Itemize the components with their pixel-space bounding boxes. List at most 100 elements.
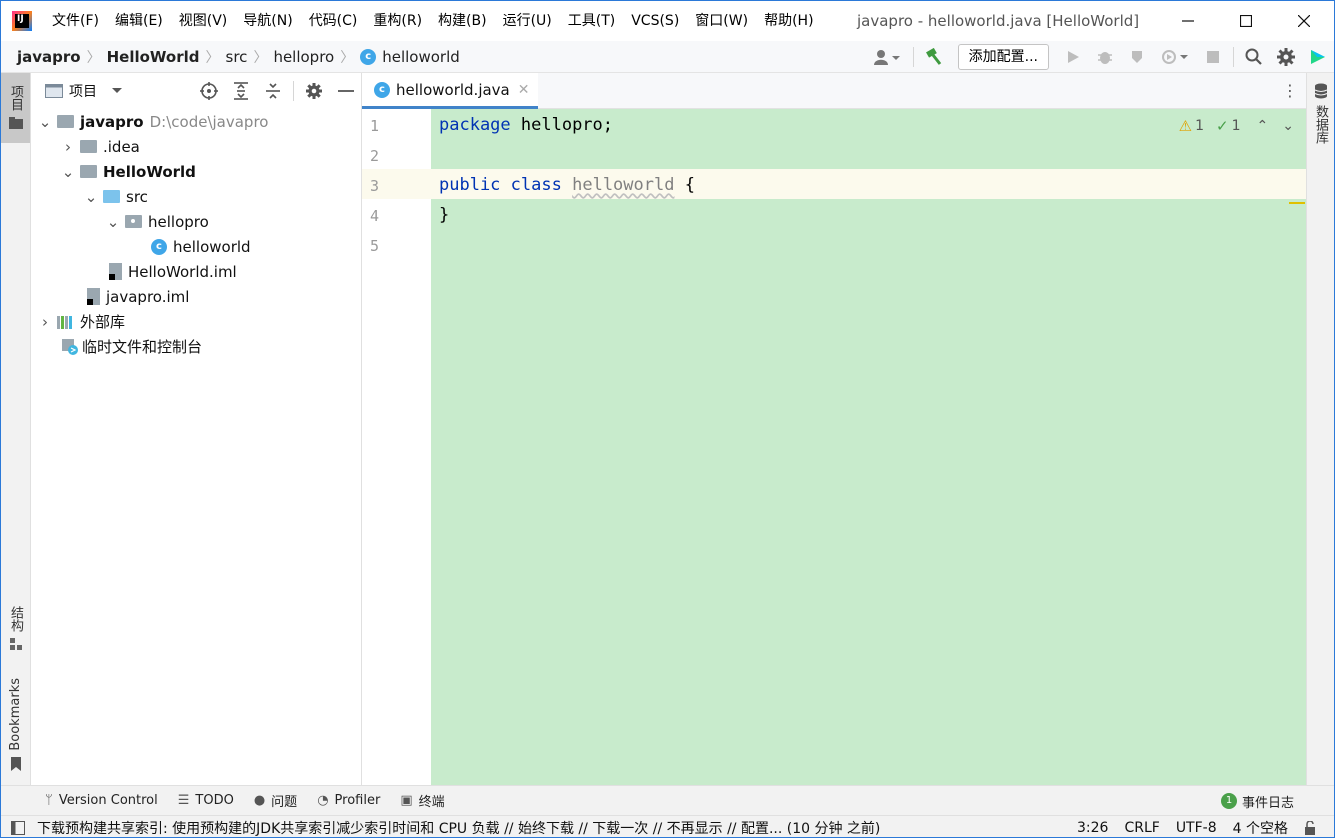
tree-item-path-hint: D:\code\javapro [149, 112, 269, 131]
menu-navigate[interactable]: 导航(N) [235, 1, 300, 41]
hammer-icon [925, 48, 941, 65]
build-button[interactable] [918, 41, 950, 73]
code-line-4: } [439, 205, 450, 225]
chevron-right-icon[interactable]: › [37, 313, 53, 331]
stop-button[interactable] [1197, 41, 1229, 73]
menu-run[interactable]: 运行(U) [495, 1, 560, 41]
tree-item-helloworld-iml[interactable]: HelloWorld.iml [31, 259, 362, 284]
tab-helloworld-java[interactable]: c helloworld.java ✕ [362, 73, 538, 109]
menu-build[interactable]: 构建(B) [430, 1, 495, 41]
ide-window: IJ 文件(F) 编辑(E) 视图(V) 导航(N) 代码(C) 重构(R) 构… [0, 0, 1335, 838]
locate-file-button[interactable] [193, 73, 225, 109]
file-encoding[interactable]: UTF-8 [1176, 820, 1217, 836]
chevron-down-icon[interactable]: ⌄ [1282, 118, 1294, 134]
inspection-widget[interactable]: ⚠ 1 ✓ 1 ⌃ ⌄ [1179, 117, 1294, 135]
keyword-token: public [439, 175, 501, 195]
profile-run-button[interactable] [1153, 41, 1197, 73]
list-icon: ☰ [177, 793, 190, 808]
warning-icon: ⚠ [1178, 117, 1193, 135]
event-log-button[interactable]: 1 事件日志 [1221, 786, 1294, 816]
navigation-bar: javapro 〉 HelloWorld 〉 src 〉 hellopro 〉 … [1, 41, 1334, 73]
code-token: { [674, 175, 695, 195]
tool-todo[interactable]: ☰ TODO [168, 793, 244, 808]
project-view-icon [45, 83, 63, 98]
close-button[interactable] [1275, 1, 1333, 41]
caret-position[interactable]: 3:26 [1077, 820, 1108, 836]
breadcrumb-javapro[interactable]: javapro [17, 48, 81, 66]
tool-terminal[interactable]: ▣ 终端 [390, 791, 454, 810]
tree-item-scratches[interactable]: 临时文件和控制台 [31, 334, 362, 359]
menu-window[interactable]: 窗口(W) [687, 1, 756, 41]
database-tool-tab[interactable]: 数据库 [1307, 83, 1334, 144]
tree-item-javapro-iml[interactable]: javapro.iml [31, 284, 362, 309]
bookmarks-tool-tab[interactable]: Bookmarks [1, 678, 30, 773]
collapse-all-button[interactable] [257, 73, 289, 109]
tool-windows-toggle-icon[interactable] [11, 821, 25, 835]
menu-refactor[interactable]: 重构(R) [365, 1, 430, 41]
menu-tools[interactable]: 工具(T) [560, 1, 623, 41]
breadcrumb-helloworld-module[interactable]: HelloWorld [107, 48, 200, 66]
close-tab-icon[interactable]: ✕ [518, 82, 530, 98]
menu-vcs[interactable]: VCS(S) [623, 1, 687, 41]
chevron-right-icon[interactable]: › [60, 138, 76, 156]
chevron-down-icon[interactable] [111, 87, 123, 95]
tree-item-src[interactable]: ⌄ src [31, 184, 362, 209]
structure-tool-tab[interactable]: 结构 [1, 606, 30, 658]
chevron-down-icon[interactable]: ⌄ [60, 163, 76, 181]
breadcrumb-label: helloworld [382, 47, 460, 66]
expand-all-icon [234, 82, 248, 100]
search-everywhere-button[interactable] [1238, 41, 1270, 73]
panel-options-button[interactable] [298, 73, 330, 109]
tree-item-hellopro[interactable]: ⌄ hellopro [31, 209, 362, 234]
indent-setting[interactable]: 4 个空格 [1233, 818, 1288, 837]
settings-button[interactable] [1270, 41, 1302, 73]
intellij-logo-icon: IJ [12, 11, 32, 31]
tree-item-label: HelloWorld [103, 162, 196, 181]
debug-button[interactable] [1089, 41, 1121, 73]
menu-edit[interactable]: 编辑(E) [107, 1, 171, 41]
menu-view[interactable]: 视图(V) [171, 1, 236, 41]
tree-item-label: HelloWorld.iml [128, 262, 237, 281]
tree-item-idea[interactable]: › .idea [31, 134, 362, 159]
breadcrumb-helloworld-class[interactable]: c helloworld [360, 48, 460, 66]
expand-all-button[interactable] [225, 73, 257, 109]
minimize-button[interactable] [1159, 1, 1217, 41]
hide-panel-button[interactable] [330, 73, 362, 109]
menu-file[interactable]: 文件(F) [44, 1, 107, 41]
chevron-down-icon[interactable]: ⌄ [105, 213, 121, 231]
tree-item-helloworld-module[interactable]: ⌄ HelloWorld [31, 159, 362, 184]
project-panel-title[interactable]: 项目 [69, 81, 97, 101]
bug-icon [1098, 52, 1112, 64]
shield-icon [1132, 51, 1142, 63]
chevron-down-icon[interactable]: ⌄ [83, 188, 99, 206]
tool-profiler[interactable]: ◔ Profiler [307, 793, 390, 808]
project-panel-header: 项目 [31, 73, 361, 109]
run-button[interactable] [1057, 41, 1089, 73]
breadcrumb-src[interactable]: src [226, 48, 248, 66]
jetbrains-toolbox-button[interactable] [1302, 41, 1334, 73]
unlock-icon[interactable] [1304, 821, 1316, 835]
chevron-down-icon[interactable]: ⌄ [37, 113, 53, 131]
warning-scroll-marker[interactable] [1289, 202, 1305, 204]
user-menu-button[interactable] [865, 41, 909, 73]
add-configuration-button[interactable]: 添加配置... [957, 44, 1049, 70]
breadcrumb-hellopro[interactable]: hellopro [273, 48, 334, 66]
iml-file-icon [109, 263, 122, 280]
tree-item-helloworld-class[interactable]: c helloworld [31, 234, 362, 259]
tool-version-control[interactable]: ᛘ Version Control [35, 793, 168, 808]
minimize-icon [1182, 20, 1194, 22]
code-editor[interactable]: 1 2 3 4 5 package hellopro; public class… [362, 109, 1306, 785]
status-message[interactable]: 下载预构建共享索引: 使用预构建的JDK共享索引减少索引时间和 CPU 负载 /… [37, 818, 880, 838]
line-separator[interactable]: CRLF [1124, 820, 1159, 836]
more-options-icon[interactable]: ⋮ [1282, 81, 1298, 100]
maximize-button[interactable] [1217, 1, 1275, 41]
tree-item-javapro[interactable]: ⌄ javapro D:\code\javapro [31, 109, 362, 134]
coverage-button[interactable] [1121, 41, 1153, 73]
project-tool-tab[interactable]: 项目 [1, 73, 30, 143]
chevron-up-icon[interactable]: ⌃ [1257, 118, 1269, 134]
menu-help[interactable]: 帮助(H) [756, 1, 821, 41]
tree-item-external-libraries[interactable]: › 外部库 [31, 309, 362, 334]
tool-problems[interactable]: ● 问题 [244, 791, 307, 810]
iml-file-icon [87, 288, 100, 305]
menu-code[interactable]: 代码(C) [301, 1, 366, 41]
